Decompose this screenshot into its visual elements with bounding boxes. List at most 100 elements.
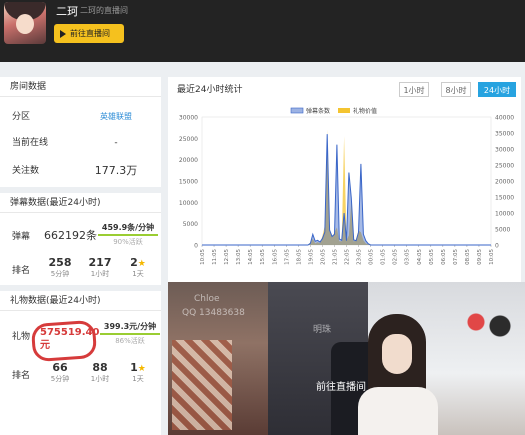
danmaku-rank-label: 排名 xyxy=(12,266,31,276)
room-data-card: 房间数据 分区 英雄联盟 当前在线 - 关注数 177.3万 xyxy=(0,77,161,187)
video-person-body xyxy=(358,387,438,435)
rank-period: 1天 xyxy=(132,375,144,383)
category-link[interactable]: 英雄联盟 xyxy=(84,107,148,127)
legend-label-danmaku: 弹幕条数 xyxy=(306,107,330,115)
gift-rank-1hour: 88 1小时 xyxy=(83,361,117,384)
gift-rank-label: 排名 xyxy=(12,371,31,381)
x-tick-label: 00:05 xyxy=(369,249,375,265)
danmaku-rate-note: 90%活跃 xyxy=(113,238,143,246)
y-right-tick-label: 10000 xyxy=(495,211,514,218)
rank-value-with-star: 2★ xyxy=(121,256,155,269)
y-right-tick-label: 25000 xyxy=(495,163,514,170)
online-label: 当前在线 xyxy=(12,138,49,148)
gift-rate-value: 399.3元/分钟 xyxy=(100,321,160,335)
legend-swatch-danmaku xyxy=(290,107,304,114)
x-tick-label: 08:05 xyxy=(465,249,471,265)
x-tick-label: 01:05 xyxy=(381,249,387,265)
streamer-name: 二珂 xyxy=(56,5,78,18)
y-left-tick-label: 30000 xyxy=(179,115,198,122)
y-right-tick-label: 35000 xyxy=(495,131,514,138)
x-tick-label: 06:05 xyxy=(441,249,447,265)
followers-value: 177.3万 xyxy=(94,164,138,177)
gift-rank-5min: 66 5分钟 xyxy=(43,361,77,384)
gift-amount: 575519.40 元 xyxy=(40,326,100,352)
danmaku-series-line xyxy=(202,134,491,246)
rank-value: 66 xyxy=(52,361,68,374)
y-left-tick-label: 0 xyxy=(194,243,198,250)
danmaku-count: 662192条 xyxy=(44,229,97,242)
stats-chart: 0 5000 10000 15000 20000 25000 30000 0 5000 10000… xyxy=(179,107,514,265)
danmaku-rate: 459.9条/分钟 90%活跃 xyxy=(98,222,158,247)
stats-chart-panel: 最近24小时统计 1小时 8小时 24小时 0 5000 10000 15000 200… xyxy=(168,77,521,282)
x-tick-label: 17:05 xyxy=(284,249,290,265)
x-tick-label: 10:05 xyxy=(489,249,495,265)
gift-data-title: 礼物数据(最近24小时) xyxy=(0,291,161,311)
x-tick-label: 21:05 xyxy=(332,249,338,265)
y-left-tick-label: 25000 xyxy=(179,136,198,143)
danmaku-rank-5min: 258 5分钟 xyxy=(43,256,77,279)
rank-value: 217 xyxy=(88,256,112,269)
danmaku-rank-1day: 2★ 1天 xyxy=(121,256,155,279)
goto-room-label: 前往直播间 xyxy=(70,29,110,38)
x-tick-label: 13:05 xyxy=(236,249,242,265)
room-data-title: 房间数据 xyxy=(0,77,161,97)
video-goto-room-button[interactable]: 前往直播间 xyxy=(316,378,366,393)
x-tick-label: 23:05 xyxy=(357,249,363,265)
x-tick-label: 04:05 xyxy=(417,249,423,265)
legend-swatch-gift xyxy=(338,108,350,113)
x-tick-label: 03:05 xyxy=(405,249,411,265)
avatar-face xyxy=(16,14,34,34)
y-left-tick-label: 20000 xyxy=(179,157,198,164)
y-right-tick-label: 0 xyxy=(495,243,499,250)
rank-value-with-star: 1★ xyxy=(121,361,155,374)
rank-value: 2 xyxy=(130,256,138,269)
streamer-subtitle: 二珂的直播间 xyxy=(80,6,128,15)
video-overlay-mid: 明珠 xyxy=(313,325,332,335)
gift-label: 礼物 xyxy=(12,332,31,342)
followers-label: 关注数 xyxy=(12,166,40,176)
x-tick-label: 11:05 xyxy=(212,249,218,265)
x-tick-label: 16:05 xyxy=(272,249,278,265)
video-overlay-name: Chloe xyxy=(194,294,220,304)
room-row-category: 分区 英雄联盟 xyxy=(0,107,161,127)
streamer-header: 二珂 二珂的直播间 前往直播间 xyxy=(0,0,525,62)
streamer-avatar[interactable] xyxy=(4,2,46,44)
rank-period: 1天 xyxy=(132,270,144,278)
gift-rank-1day: 1★ 1天 xyxy=(121,361,155,384)
goto-room-button[interactable]: 前往直播间 xyxy=(54,24,124,43)
video-overlay-qq: QQ 13483638 xyxy=(182,308,245,318)
x-tick-label: 12:05 xyxy=(224,249,230,265)
video-left-panel xyxy=(168,282,268,435)
play-icon xyxy=(60,30,66,38)
danmaku-rank-1hour: 217 1小时 xyxy=(83,256,117,279)
x-tick-label: 02:05 xyxy=(393,249,399,265)
gift-amount-value: 575519.40 xyxy=(40,327,100,338)
room-row-online: 当前在线 - xyxy=(0,133,161,153)
plot-area xyxy=(201,116,492,246)
y-right-tick-label: 5000 xyxy=(495,227,510,234)
online-value: - xyxy=(114,138,118,148)
rank-period: 5分钟 xyxy=(50,270,70,278)
star-icon: ★ xyxy=(137,364,146,374)
x-tick-label: 22:05 xyxy=(345,249,351,265)
rank-value: 258 xyxy=(48,256,72,269)
rank-period: 1小时 xyxy=(90,375,110,383)
gift-rate: 399.3元/分钟 86%活跃 xyxy=(100,321,160,346)
y-right-tick-label: 30000 xyxy=(495,147,514,154)
gift-amount-unit: 元 xyxy=(40,340,50,351)
gift-rate-note: 86%活跃 xyxy=(115,337,145,345)
rank-period: 5分钟 xyxy=(50,375,70,383)
rank-period: 1小时 xyxy=(90,270,110,278)
x-tick-label: 09:05 xyxy=(477,249,483,265)
room-row-followers: 关注数 177.3万 xyxy=(0,161,161,181)
danmaku-label: 弹幕 xyxy=(12,232,31,242)
video-background-toys xyxy=(458,302,518,342)
x-tick-label: 10:05 xyxy=(200,249,206,265)
x-tick-label: 19:05 xyxy=(308,249,314,265)
star-icon: ★ xyxy=(137,259,146,269)
live-video-preview[interactable]: Chloe QQ 13483638 明珠 前往直播间 xyxy=(168,282,525,435)
y-left-tick-label: 5000 xyxy=(183,221,198,228)
rank-value: 88 xyxy=(92,361,108,374)
y-right-tick-label: 15000 xyxy=(495,195,514,202)
y-right-tick-label: 40000 xyxy=(495,115,514,122)
